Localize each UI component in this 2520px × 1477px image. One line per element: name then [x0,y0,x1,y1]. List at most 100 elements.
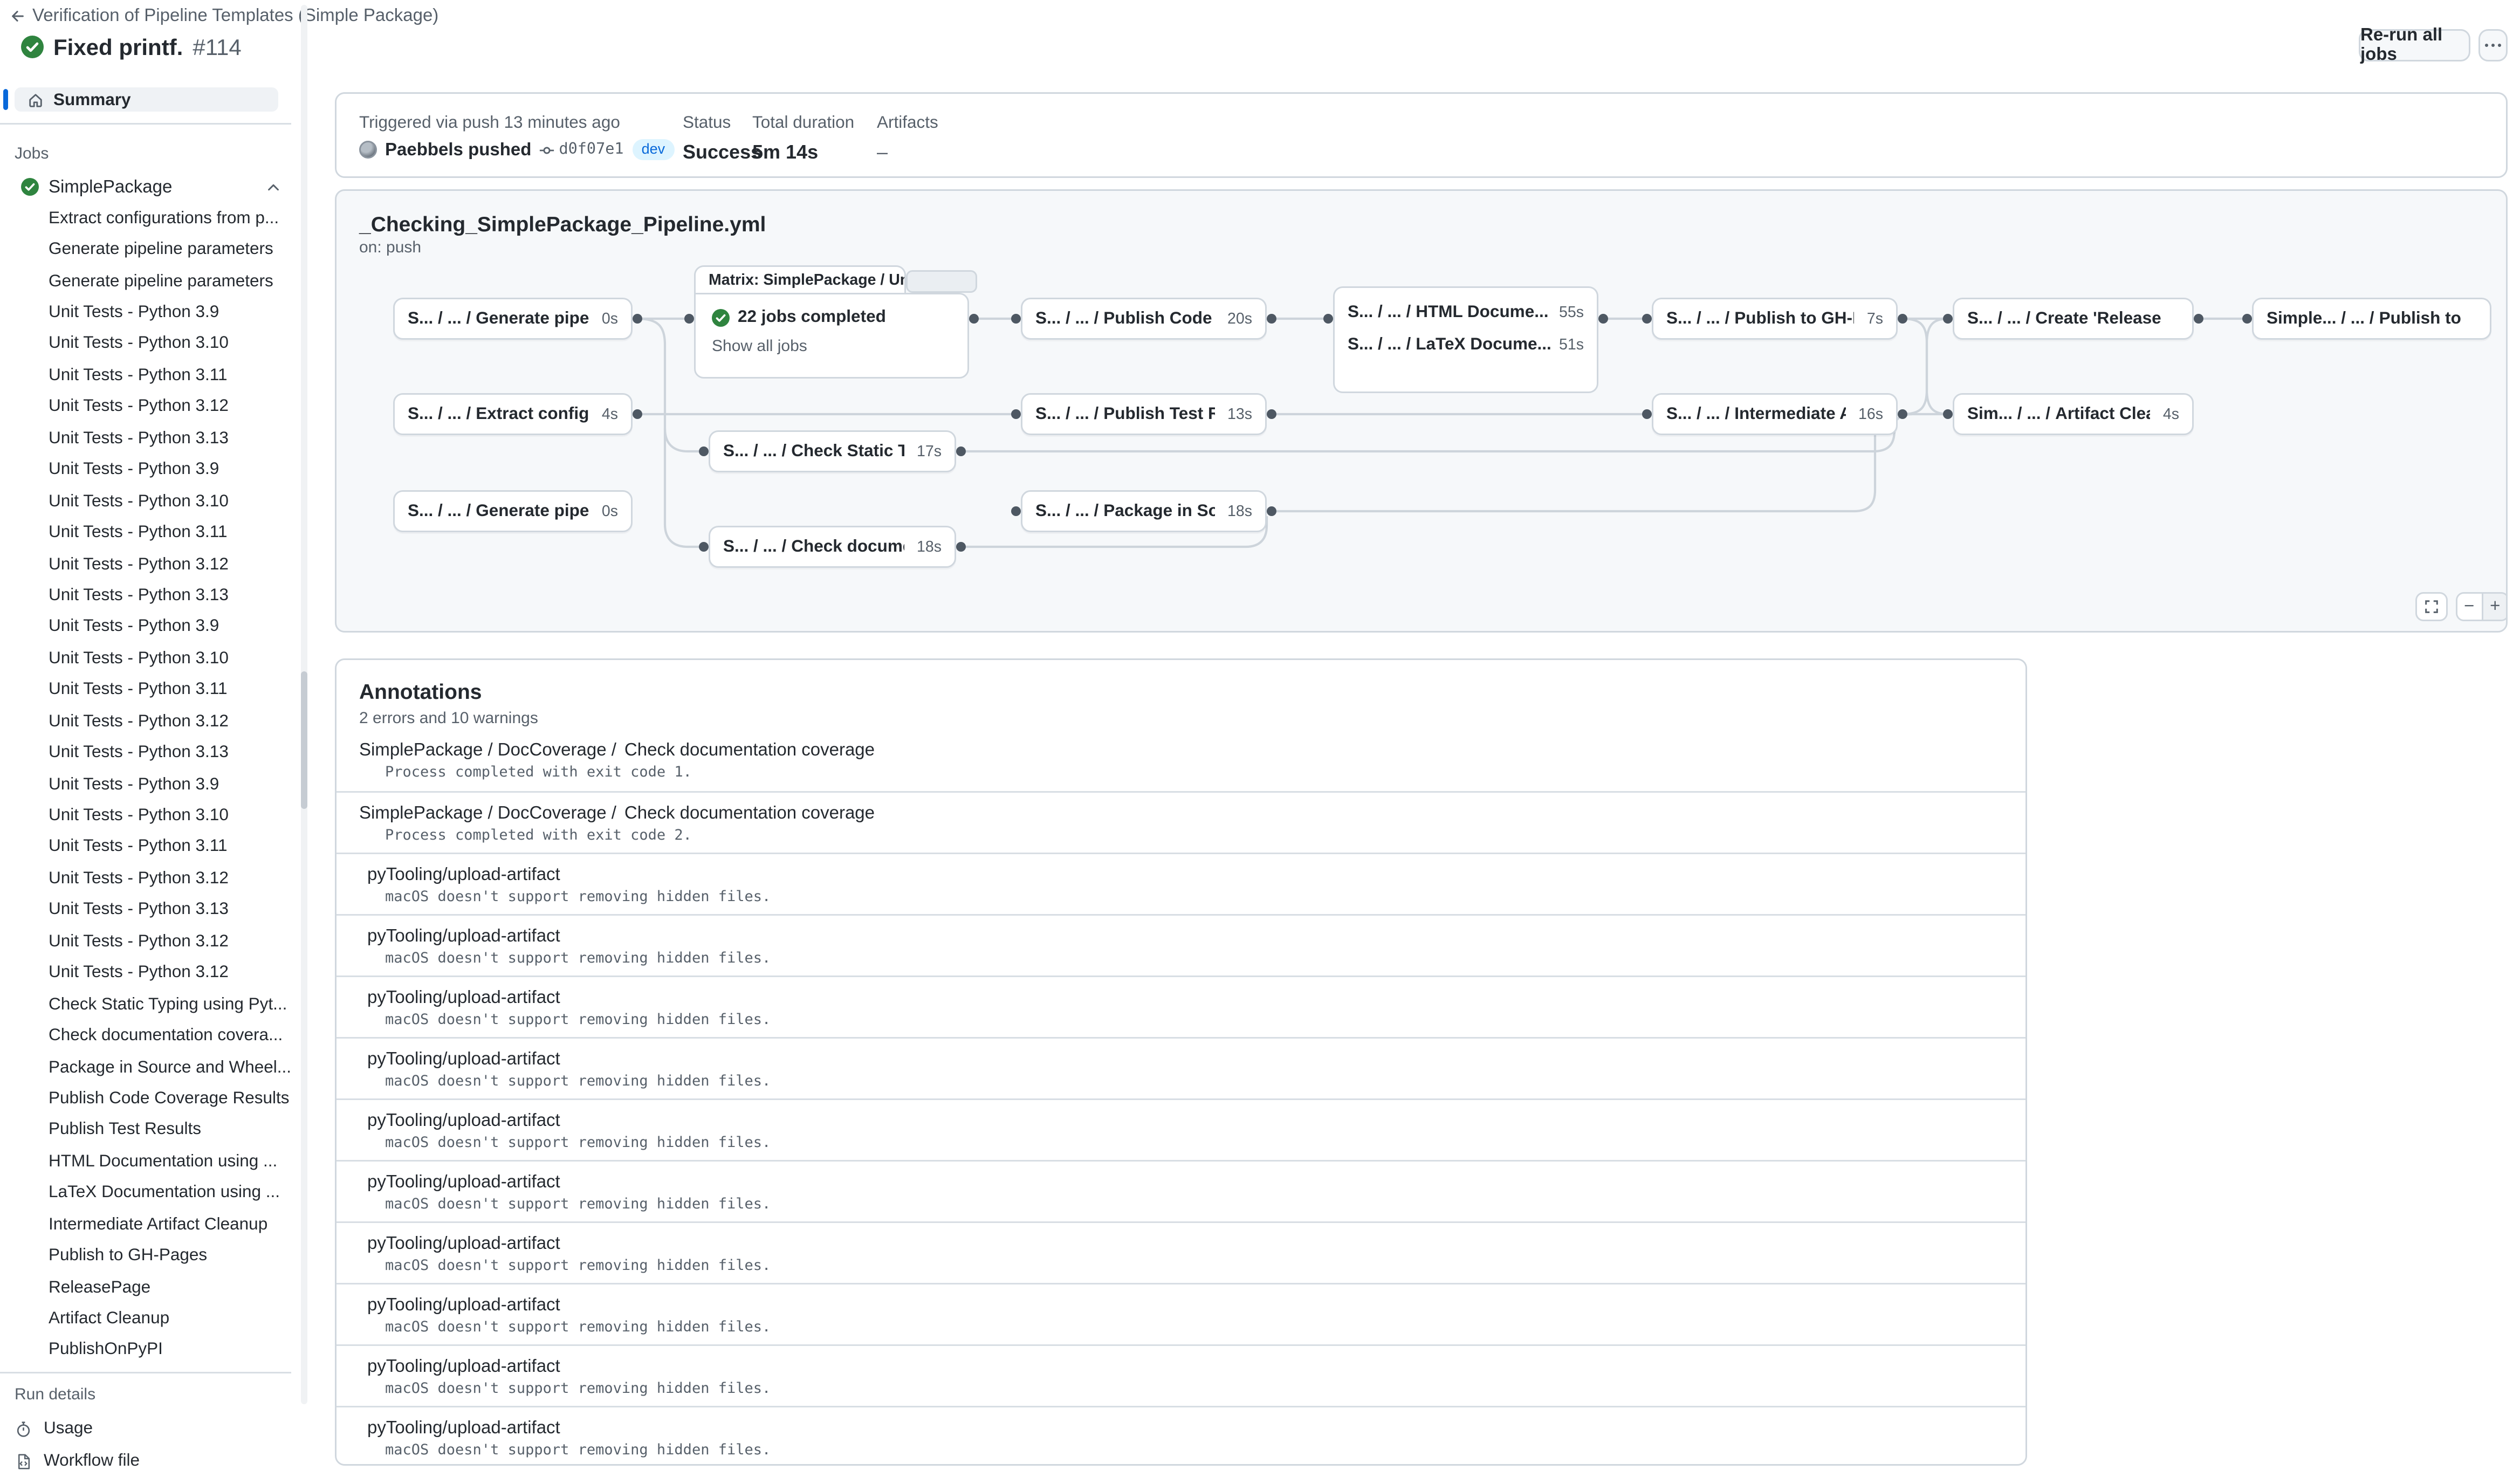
rerun-all-jobs-button[interactable]: Re-run all jobs [2359,29,2470,61]
sidebar-job-item[interactable]: Check Static Typing using Pyt... [0,988,291,1020]
sidebar-job-item[interactable]: Package in Source and Wheel... [0,1051,291,1082]
sidebar-job-item[interactable]: Unit Tests - Python 3.9 [0,454,291,485]
sidebar-job-item[interactable]: Unit Tests - Python 3.10 [0,485,291,517]
graph-node[interactable]: Sim... / ... / Artifact Cleanup 4s [1953,393,2194,435]
sidebar-job-item[interactable]: Extract configurations from p... [0,202,291,233]
commit-sha[interactable]: d0f07e1 [559,141,623,159]
sidebar-job-item[interactable]: Generate pipeline parameters [0,233,291,265]
zoom-out-button[interactable]: − [2457,594,2483,620]
sidebar-job-item[interactable]: Publish Code Coverage Results [0,1083,291,1114]
sidebar-job-item[interactable]: LaTeX Documentation using ... [0,1177,291,1208]
sidebar-job-item[interactable]: Unit Tests - Python 3.10 [0,800,291,831]
matrix-tab[interactable]: Matrix: SimplePackage / UnitTest... [694,265,906,294]
commit-icon [539,142,555,158]
sidebar-job-item[interactable]: Unit Tests - Python 3.12 [0,548,291,579]
annotation-title[interactable]: pyTooling/upload-artifact [367,988,560,1008]
connector-dot [969,314,979,324]
sidebar-job-item[interactable]: Unit Tests - Python 3.12 [0,705,291,737]
node-prefix: S... / ... / [723,442,786,461]
fullscreen-button[interactable] [2415,592,2448,621]
annotation-title[interactable]: pyTooling/upload-artifact [367,1357,560,1377]
sidebar-item-usage[interactable]: Usage [15,1416,278,1442]
annotation-title[interactable]: pyTooling/upload-artifact [367,865,560,885]
sidebar-job-item[interactable]: Unit Tests - Python 3.9 [0,768,291,800]
annotation-title[interactable]: pyTooling/upload-artifact [367,1296,560,1315]
sidebar-job-item[interactable]: Unit Tests - Python 3.11 [0,360,291,391]
graph-node[interactable]: Simple... / ... / Publish to PyPI [2252,298,2491,340]
chevron-up-icon[interactable] [265,179,281,195]
sidebar-job-item[interactable]: Unit Tests - Python 3.9 [0,297,291,328]
zoom-in-button[interactable]: + [2483,594,2508,620]
sidebar-scrollbar-thumb[interactable] [301,671,307,809]
graph-node[interactable]: S... / ... / Publish Test Re... 13s [1021,393,1267,435]
sidebar-job-item[interactable]: Check documentation covera... [0,1020,291,1051]
avatar[interactable] [359,141,377,159]
workflow-group-simplepackage[interactable]: SimplePackage [21,175,281,199]
sidebar-job-item[interactable]: ReleasePage [0,1272,291,1303]
graph-node[interactable]: S... / ... / Check docume... 18s [709,526,956,568]
breadcrumb-link[interactable]: Verification of Pipeline Templates (Simp… [32,6,438,26]
sidebar-job-item[interactable]: Unit Tests - Python 3.12 [0,925,291,957]
matrix-group-node[interactable]: 22 jobs completed Show all jobs [694,293,969,379]
sidebar-job-item[interactable]: Unit Tests - Python 3.9 [0,611,291,642]
annotation-title[interactable]: pyTooling/upload-artifact [367,1111,560,1131]
annotation-title[interactable]: Check documentation coverage [624,804,875,823]
annotation-message: macOS doesn't support removing hidden fi… [385,1013,2003,1029]
sidebar-item-workflow-file[interactable]: Workflow file [15,1448,278,1474]
sidebar-job-item[interactable]: HTML Documentation using ... [0,1145,291,1177]
sidebar-job-item[interactable]: Unit Tests - Python 3.11 [0,674,291,705]
graph-node[interactable]: S... / ... / Intermediate A... 16s [1652,393,1898,435]
commit-chip[interactable]: d0f07e1 [539,141,623,159]
sidebar-job-item[interactable]: Unit Tests - Python 3.10 [0,642,291,674]
graph-node[interactable]: S... / ... / HTML Docume... 55s [1348,303,1584,322]
graph-node[interactable]: S... / ... / Check Static Ty... 17s [709,430,956,472]
graph-node[interactable]: S... / ... / Generate pipelin... 0s [393,490,633,532]
graph-node[interactable]: S... / ... / Publish Code C... 20s [1021,298,1267,340]
connector-dot [1898,409,1907,419]
graph-node[interactable]: S... / ... / LaTeX Docume... 51s [1348,335,1584,354]
sidebar-job-item[interactable]: Generate pipeline parameters [0,265,291,297]
sidebar-job-item[interactable]: Publish Test Results [0,1114,291,1145]
job-label: Unit Tests - Python 3.13 [49,743,229,762]
graph-node[interactable]: S... / ... / Generate pipelin... 0s [393,298,633,340]
sidebar-job-item[interactable]: Publish to GH-Pages [0,1240,291,1271]
sidebar-job-item[interactable]: Unit Tests - Python 3.11 [0,517,291,548]
graph-node[interactable]: S... / ... / Extract configur... 4s [393,393,633,435]
sidebar-job-item[interactable]: Unit Tests - Python 3.13 [0,894,291,925]
sidebar-job-item[interactable]: Unit Tests - Python 3.11 [0,831,291,862]
sidebar-job-item[interactable]: Unit Tests - Python 3.12 [0,863,291,894]
sidebar-job-item[interactable]: Unit Tests - Python 3.13 [0,737,291,768]
kebab-menu-button[interactable] [2478,29,2508,61]
graph-node[interactable]: S... / ... / Package in Sou... 18s [1021,490,1267,532]
sidebar-item-summary[interactable]: Summary [15,87,278,112]
job-label: Unit Tests - Python 3.13 [49,428,229,448]
annotation-title[interactable]: pyTooling/upload-artifact [367,1173,560,1192]
annotation-item: pyTooling/upload-artifact macOS doesn't … [337,1160,2025,1221]
run-details-label: Run details [15,1387,291,1405]
sidebar-job-item[interactable]: Unit Tests - Python 3.13 [0,422,291,454]
show-all-jobs-link[interactable]: Show all jobs [712,338,951,356]
node-duration: 17s [910,443,942,461]
sidebar-job-item[interactable]: Artifact Cleanup [0,1303,291,1334]
breadcrumb[interactable]: Verification of Pipeline Templates (Simp… [10,6,438,26]
usage-label: Usage [44,1419,93,1439]
node-label: Generate pipelin... [476,502,589,521]
annotation-title[interactable]: pyTooling/upload-artifact [367,927,560,946]
sidebar-job-item[interactable]: Unit Tests - Python 3.13 [0,580,291,611]
annotation-title[interactable]: Check documentation coverage [624,741,875,760]
annotation-title[interactable]: pyTooling/upload-artifact [367,1234,560,1254]
page-title: Fixed printf. [53,34,183,60]
graph-node[interactable]: S... / ... / Publish to GH-P... 7s [1652,298,1898,340]
graph-node[interactable]: S... / ... / Create 'Release Pa... [1953,298,2194,340]
sidebar-job-item[interactable]: Unit Tests - Python 3.12 [0,957,291,988]
job-label: LaTeX Documentation using ... [49,1183,280,1203]
sidebar-job-item[interactable]: Unit Tests - Python 3.10 [0,328,291,359]
sidebar-job-item[interactable]: Unit Tests - Python 3.12 [0,391,291,422]
sidebar-job-item[interactable]: Intermediate Artifact Cleanup [0,1208,291,1240]
sidebar-job-item[interactable]: PublishOnPyPI [0,1334,291,1365]
job-label: ReleasePage [49,1277,150,1297]
node-prefix: S... / ... / [1035,502,1098,521]
annotation-title[interactable]: pyTooling/upload-artifact [367,1419,560,1438]
annotation-title[interactable]: pyTooling/upload-artifact [367,1050,560,1069]
branch-badge[interactable]: dev [632,139,675,160]
